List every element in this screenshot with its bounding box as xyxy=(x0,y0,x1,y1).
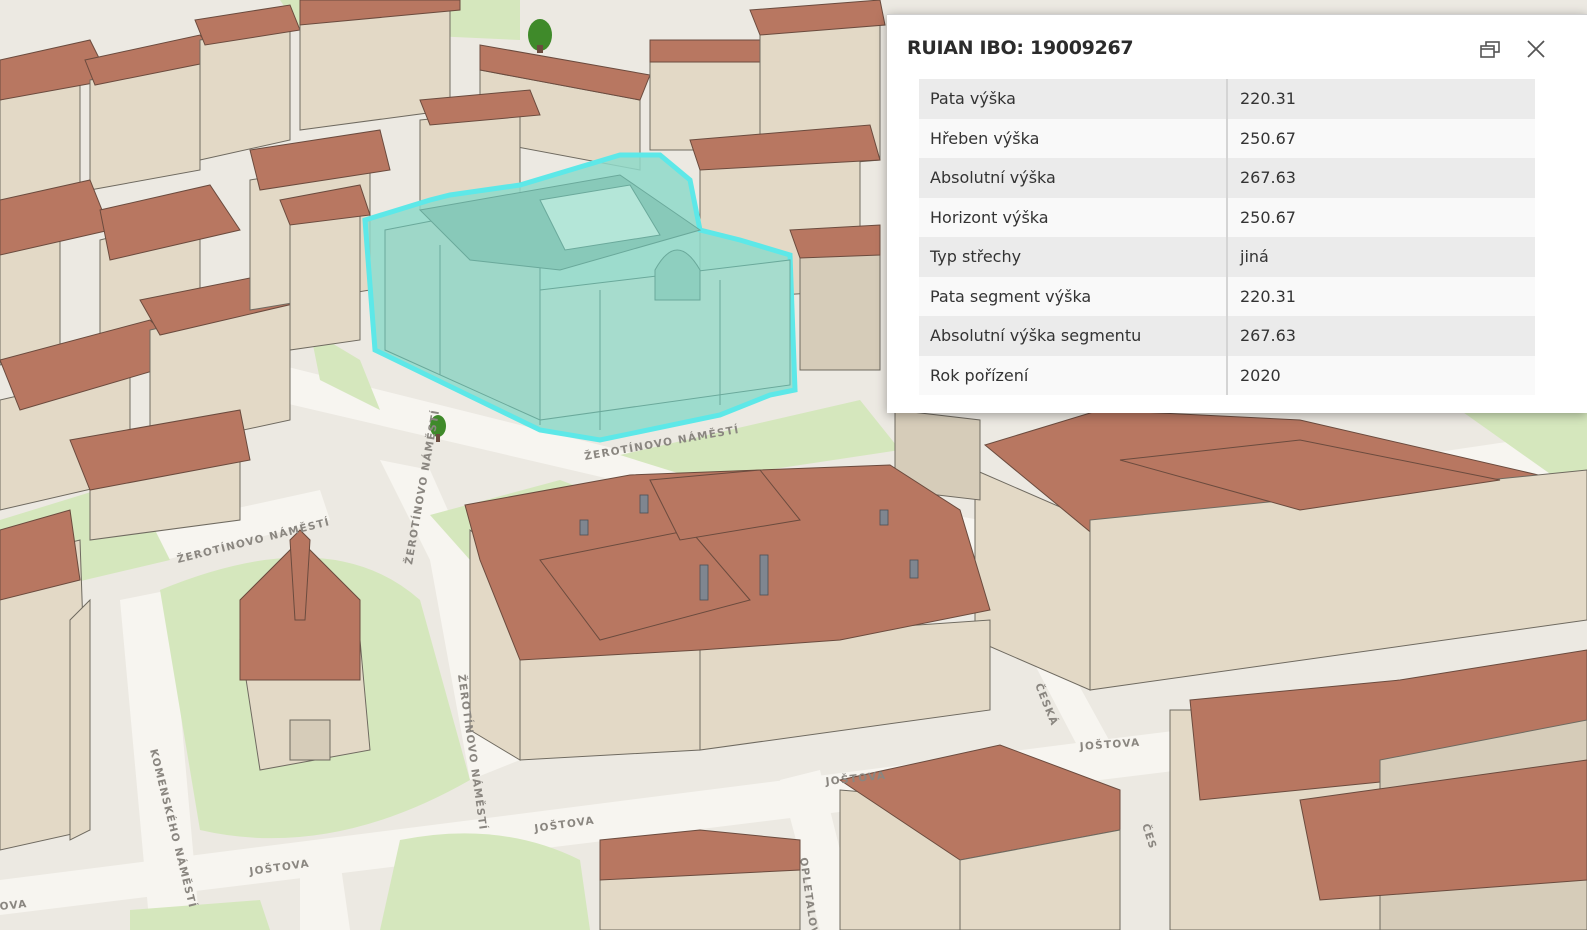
attr-value: 2020 xyxy=(1227,355,1535,395)
buildings-central xyxy=(464,464,991,761)
attr-value: 220.31 xyxy=(1227,276,1535,316)
close-button[interactable] xyxy=(1523,37,1549,63)
table-row: Absolutní výška 267.63 xyxy=(919,158,1535,198)
attr-label: Absolutní výška xyxy=(919,158,1228,198)
close-icon xyxy=(1527,40,1545,58)
attr-value: 267.63 xyxy=(1227,316,1535,356)
attr-label: Typ střechy xyxy=(919,237,1228,277)
popup-title: RUIAN IBO: 19009267 xyxy=(907,37,1134,59)
table-row: Rok pořízení 2020 xyxy=(919,355,1535,395)
attr-label: Absolutní výška segmentu xyxy=(919,316,1228,356)
dock-button[interactable] xyxy=(1477,37,1503,63)
table-row: Typ střechy jiná xyxy=(919,237,1535,277)
attr-label: Pata segment výška xyxy=(919,276,1228,316)
table-row: Absolutní výška segmentu 267.63 xyxy=(919,316,1535,356)
attr-value: 250.67 xyxy=(1227,118,1535,158)
attribute-table: Pata výška 220.31 Hřeben výška 250.67 Abso… xyxy=(919,79,1535,395)
attr-value: jiná xyxy=(1227,237,1535,277)
attr-label: Pata výška xyxy=(919,79,1228,119)
attr-label: Rok pořízení xyxy=(919,355,1228,395)
attr-value: 250.67 xyxy=(1227,197,1535,237)
table-row: Pata segment výška 220.31 xyxy=(919,276,1535,316)
table-row: Horizont výška 250.67 xyxy=(919,197,1535,237)
buildings-west xyxy=(0,509,91,851)
attr-label: Horizont výška xyxy=(919,197,1228,237)
table-row: Pata výška 220.31 xyxy=(919,79,1535,119)
table-row: Hřeben výška 250.67 xyxy=(919,118,1535,158)
attr-label: Hřeben výška xyxy=(919,118,1228,158)
dock-icon xyxy=(1480,41,1500,58)
attr-value: 267.63 xyxy=(1227,158,1535,198)
attr-value: 220.31 xyxy=(1227,79,1535,119)
feature-popup: RUIAN IBO: 19009267 Pata výška 220.31 Hře… xyxy=(887,14,1587,413)
